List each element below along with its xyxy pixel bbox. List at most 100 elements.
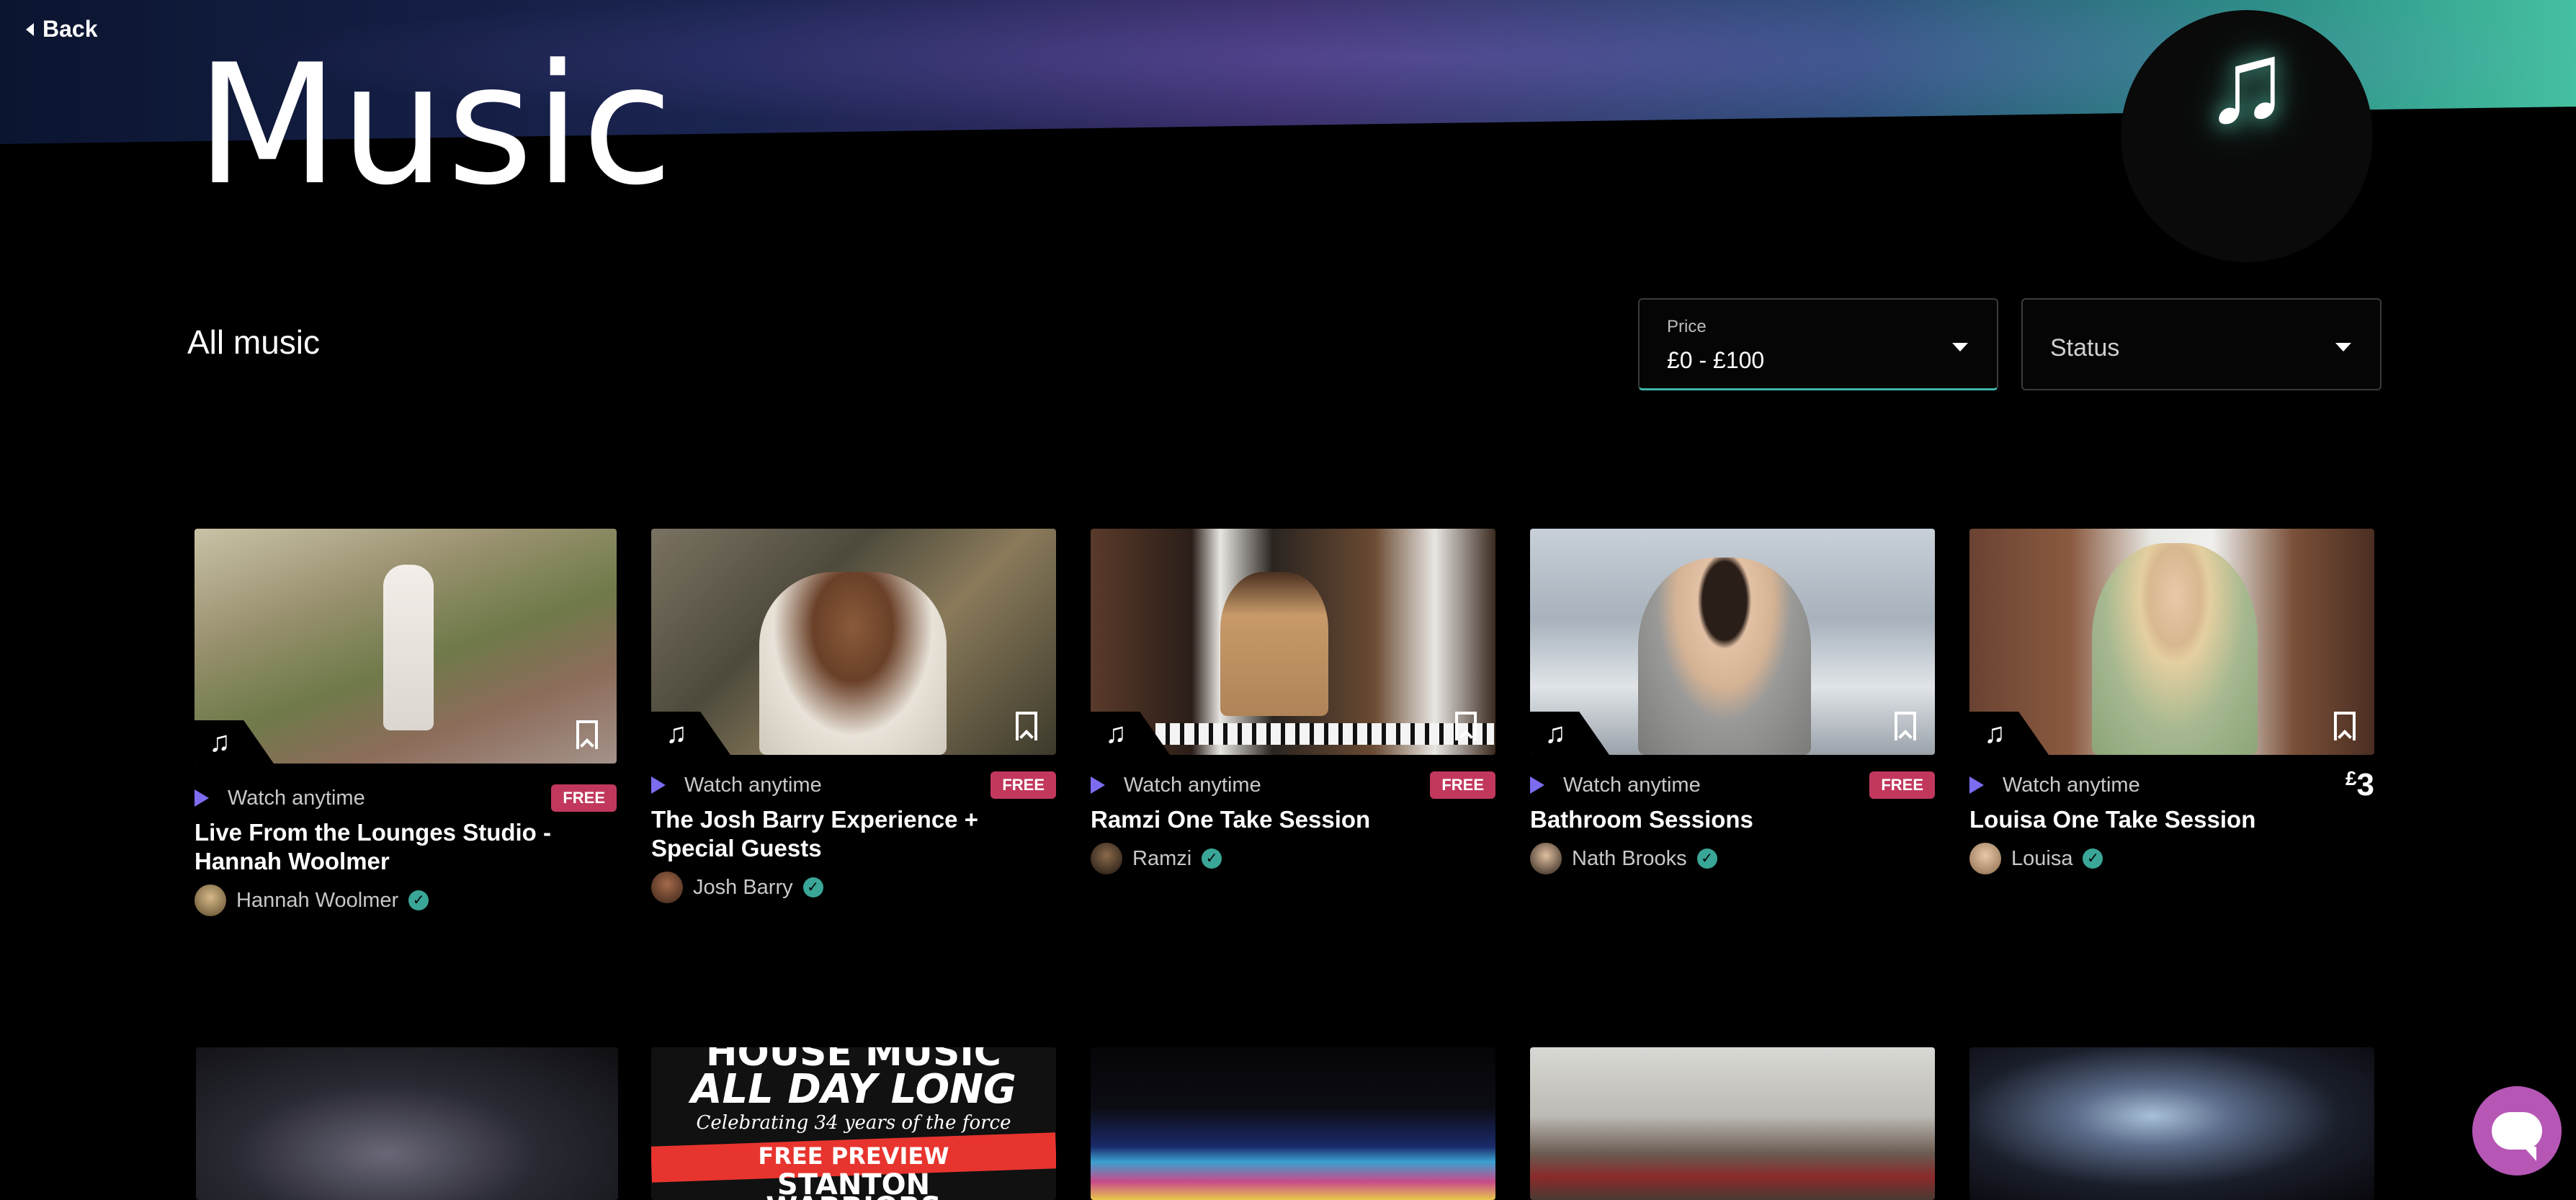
music-card: ♫ Watch anytime £3 Louisa One Take Sessi… (1969, 529, 2374, 874)
card-thumbnail[interactable]: ♫ (194, 529, 617, 764)
play-icon (651, 776, 666, 794)
avatar (1091, 843, 1122, 874)
creator-name: Josh Barry (693, 875, 793, 899)
watch-label: Watch anytime (684, 773, 822, 797)
creator-name: Louisa (2011, 846, 2073, 870)
caret-down-icon (2335, 343, 2351, 352)
back-button[interactable]: Back (26, 16, 98, 42)
music-note-icon: ♫ (1984, 717, 2005, 749)
card-thumbnail[interactable]: HOUSE MUSIC ALL DAY LONG Celebrating 34 … (651, 1047, 1056, 1200)
verified-icon: ✓ (2083, 848, 2103, 869)
play-icon (1091, 776, 1105, 794)
creator-name: Ramzi (1132, 846, 1192, 870)
category-badge: ♫ (2121, 10, 2373, 262)
card-thumbnail[interactable]: ♫ (1530, 529, 1935, 755)
section-title: All music (187, 323, 321, 361)
price-filter-value: £0 - £100 (1667, 347, 1765, 373)
creator-name: Hannah Woolmer (236, 888, 399, 912)
creator-name: Nath Brooks (1572, 846, 1687, 870)
watch-label: Watch anytime (2003, 773, 2140, 797)
bookmark-notch (2338, 730, 2352, 744)
card-thumbnail[interactable] (1530, 1047, 1935, 1200)
card-thumbnail[interactable]: ♫ (651, 529, 1056, 755)
thumbnail-piano (1155, 723, 1494, 745)
poster-line: Celebrating 34 years of the force (696, 1112, 1011, 1134)
play-icon (194, 789, 209, 807)
verified-icon: ✓ (802, 877, 823, 897)
thumbnail-figure (1638, 558, 1811, 755)
verified-icon: ✓ (408, 890, 429, 910)
creator-link[interactable]: Ramzi ✓ (1091, 843, 1495, 874)
thumbnail-figure (759, 572, 947, 755)
card-meta: Watch anytime FREE (651, 769, 1056, 801)
status-filter-select[interactable]: Status (2021, 298, 2382, 390)
bookmark-icon[interactable] (1016, 712, 1037, 744)
bookmark-notch (1898, 730, 1913, 744)
free-badge: FREE (1430, 771, 1495, 799)
avatar (1530, 843, 1562, 874)
chat-bubble-icon (2492, 1112, 2542, 1161)
card-meta: Watch anytime £3 (1969, 767, 2374, 803)
bookmark-notch (1019, 730, 1034, 744)
thumbnail-figure (383, 565, 434, 730)
price-filter-select[interactable]: Price £0 - £100 (1638, 298, 1998, 390)
card-thumbnail[interactable] (1091, 1047, 1495, 1200)
creator-link[interactable]: Louisa ✓ (1969, 843, 2374, 874)
card-title[interactable]: Louisa One Take Session (1969, 805, 2374, 834)
card-meta: Watch anytime FREE (1091, 769, 1495, 801)
watch-label: Watch anytime (1563, 773, 1701, 797)
music-note-icon: ♫ (2204, 17, 2290, 146)
avatar (651, 872, 683, 903)
poster-line: ALL DAY LONG (691, 1066, 1016, 1113)
bookmark-icon[interactable] (576, 720, 598, 753)
poster-line: WARRIORS (651, 1191, 1056, 1200)
music-note-icon: ♫ (209, 726, 231, 758)
card-thumbnail[interactable]: ♫ (1091, 529, 1495, 755)
caret-down-icon (1952, 343, 1968, 352)
play-icon (1969, 776, 1984, 794)
price-filter-label: Price (1667, 317, 1707, 336)
poster-preview-label: FREE PREVIEW (758, 1142, 949, 1170)
creator-link[interactable]: Hannah Woolmer ✓ (194, 885, 617, 916)
music-note-icon: ♫ (1544, 717, 1566, 749)
avatar (194, 885, 226, 916)
music-note-icon: ♫ (666, 717, 687, 749)
card-meta: Watch anytime FREE (1530, 769, 1935, 801)
music-note-icon: ♫ (1105, 717, 1127, 749)
creator-link[interactable]: Josh Barry ✓ (651, 872, 1056, 903)
price-tag: £3 (2345, 767, 2374, 803)
card-title[interactable]: Bathroom Sessions (1530, 805, 1935, 834)
back-label: Back (43, 16, 98, 42)
music-card: ♫ Watch anytime FREE Bathroom Sessions N… (1530, 529, 1935, 874)
music-page: Back Music ♫ All music Price £0 - £100 S… (0, 0, 2576, 1200)
verified-icon: ✓ (1696, 848, 1717, 869)
bookmark-icon[interactable] (1895, 712, 1916, 744)
chevron-left-icon (26, 22, 34, 36)
creator-link[interactable]: Nath Brooks ✓ (1530, 843, 1935, 874)
free-badge: FREE (551, 784, 617, 812)
chat-button[interactable] (2472, 1086, 2562, 1176)
status-filter-placeholder: Status (2050, 334, 2120, 362)
thumbnail-figure (2092, 543, 2258, 755)
watch-label: Watch anytime (1124, 773, 1261, 797)
free-badge: FREE (1869, 771, 1935, 799)
music-card: ♫ Watch anytime FREE The Josh Barry Expe… (651, 529, 1056, 903)
avatar (1969, 843, 2001, 874)
bookmark-icon[interactable] (2334, 712, 2356, 744)
verified-icon: ✓ (1202, 848, 1222, 869)
card-title[interactable]: Ramzi One Take Session (1091, 805, 1495, 834)
card-title[interactable]: Live From the Lounges Studio - Hannah Wo… (194, 818, 617, 876)
bookmark-icon[interactable] (1455, 712, 1477, 744)
card-title[interactable]: The Josh Barry Experience + Special Gues… (651, 805, 1056, 863)
music-card: ♫ Watch anytime FREE Live From the Loung… (194, 529, 617, 916)
price-amount: 3 (2356, 767, 2374, 802)
card-thumbnail[interactable] (196, 1047, 618, 1200)
free-badge: FREE (990, 771, 1056, 799)
bookmark-notch (1459, 730, 1473, 744)
card-thumbnail[interactable]: ♫ (1969, 529, 2374, 755)
thumbnail-figure (1220, 572, 1328, 716)
page-title: Music (196, 30, 675, 222)
card-meta: Watch anytime FREE (194, 782, 617, 814)
price-currency: £ (2345, 767, 2357, 789)
card-thumbnail[interactable] (1969, 1047, 2374, 1200)
